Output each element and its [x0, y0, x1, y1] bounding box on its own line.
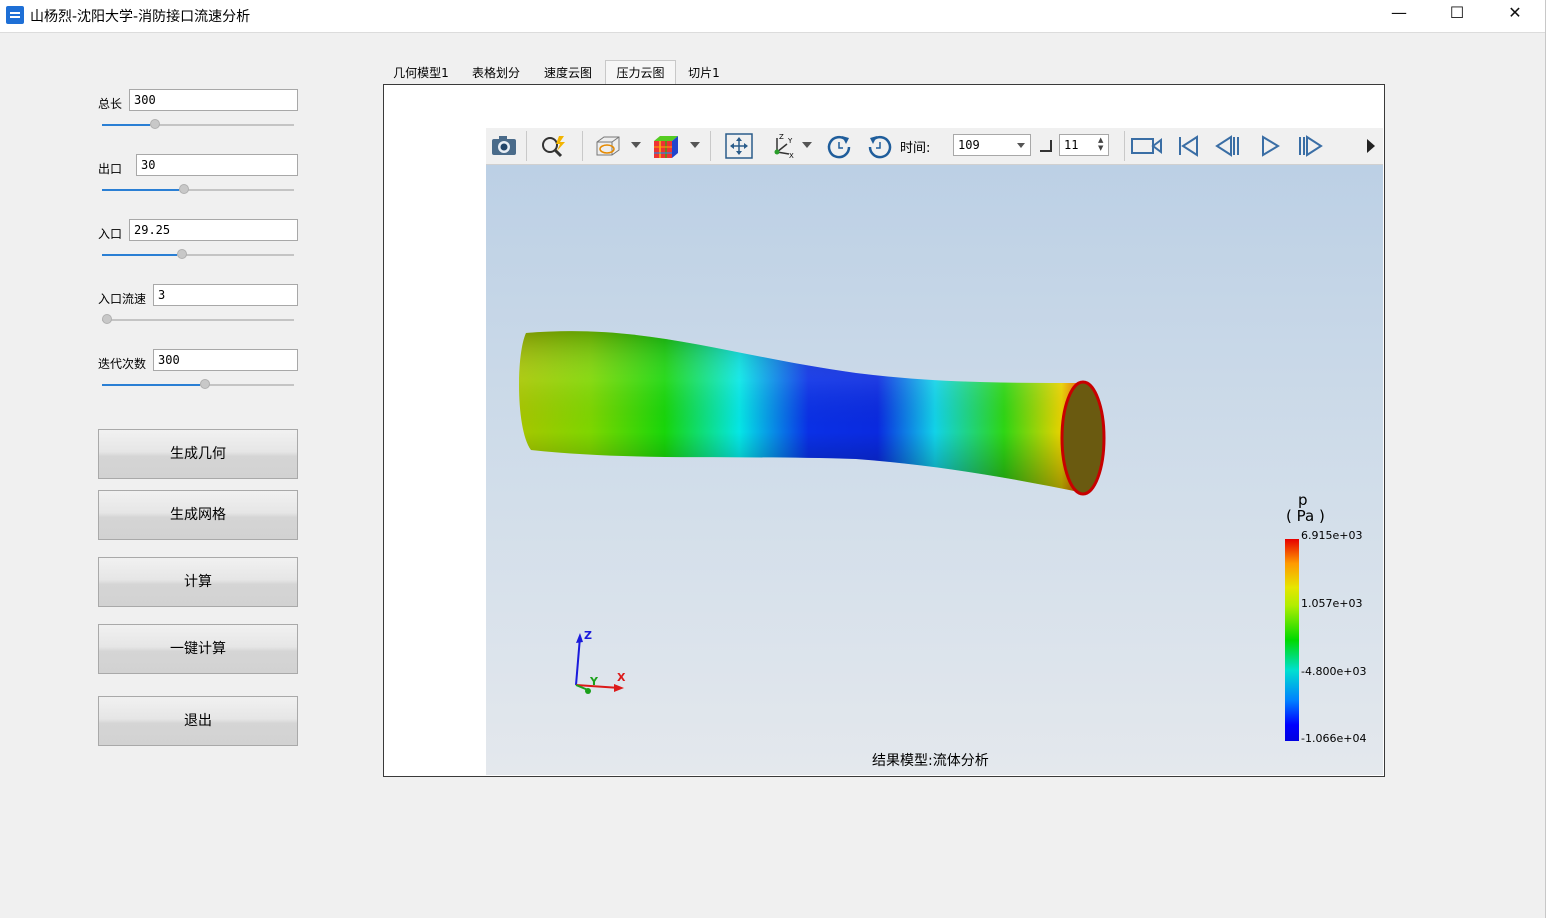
svg-text:Z: Z — [779, 133, 784, 141]
colorbar-mid-high-label: 1.057e+03 — [1301, 597, 1363, 610]
svg-text:X: X — [789, 152, 794, 160]
window-title: 山杨烈-沈阳大学-消防接口流速分析 — [30, 9, 251, 25]
zoom-icon[interactable] — [540, 132, 568, 160]
inlet-slider[interactable] — [102, 249, 294, 261]
colorbar-unit: ( Pa ) — [1286, 507, 1325, 525]
iterations-slider[interactable] — [102, 379, 294, 391]
generate-mesh-button[interactable]: 生成网格 — [98, 490, 298, 540]
inlet-velocity-slider[interactable] — [102, 314, 294, 326]
prev-frame-icon[interactable] — [1214, 132, 1242, 160]
rotate-cw-icon[interactable] — [825, 132, 853, 160]
length-input[interactable]: 300 — [129, 89, 298, 111]
colorbar — [1285, 539, 1299, 741]
camera-icon[interactable] — [490, 132, 518, 160]
first-frame-icon[interactable] — [1174, 132, 1202, 160]
axis-y-label: Y — [590, 675, 598, 688]
param-label-inlet: 入口 — [98, 227, 123, 241]
3d-viewport[interactable]: Z Y X p ( Pa ) 6.915e+03 1.057e+03 -4.80… — [486, 165, 1383, 775]
param-label-outlet: 出口 — [98, 162, 123, 176]
tab-pressure-contour[interactable]: 压力云图 — [605, 60, 676, 86]
display-mode-dropdown-icon[interactable] — [631, 142, 641, 148]
exit-button[interactable]: 退出 — [98, 696, 298, 746]
svg-text:Y: Y — [787, 137, 793, 145]
spin-arrows-icon[interactable]: ▲ ▼ — [1098, 136, 1103, 152]
length-slider[interactable] — [102, 119, 294, 131]
axis-z-label: Z — [584, 629, 592, 642]
generate-geometry-button[interactable]: 生成几何 — [98, 429, 298, 479]
param-label-length: 总长 — [98, 97, 123, 111]
record-icon[interactable] — [1131, 132, 1163, 160]
fit-view-icon[interactable] — [725, 132, 753, 160]
display-mode-icon[interactable] — [594, 132, 622, 160]
param-label-inlet-velocity: 入口流速 — [98, 292, 147, 306]
colorbar-max-label: 6.915e+03 — [1301, 529, 1363, 542]
compute-button[interactable]: 计算 — [98, 557, 298, 607]
colormap-dropdown-icon[interactable] — [690, 142, 700, 148]
inlet-velocity-input[interactable]: 3 — [153, 284, 298, 306]
window-edge — [1545, 0, 1550, 918]
app-icon — [6, 6, 24, 24]
axis-triad — [575, 633, 624, 694]
next-frame-icon[interactable] — [1296, 132, 1324, 160]
param-label-iterations: 迭代次数 — [98, 357, 147, 371]
tab-slice[interactable]: 切片1 — [682, 62, 726, 84]
axis-orient-dropdown-icon[interactable] — [802, 142, 812, 148]
time-combobox[interactable]: 109 — [953, 134, 1031, 156]
step-icon — [1040, 140, 1052, 152]
tab-mesh[interactable]: 表格划分 — [464, 62, 528, 84]
tab-velocity-contour[interactable]: 速度云图 — [536, 62, 600, 84]
tab-geometry-model[interactable]: 几何模型1 — [388, 62, 454, 84]
rotate-ccw-icon[interactable] — [866, 132, 894, 160]
inlet-input[interactable]: 29.25 — [129, 219, 298, 241]
maximize-button[interactable]: ☐ — [1428, 0, 1486, 28]
colormap-icon[interactable] — [652, 132, 680, 160]
viewer-toolbar: ZYX 时间: 109 11 ▲ ▼ — [486, 128, 1383, 165]
colorbar-mid-low-label: -4.800e+03 — [1301, 665, 1367, 678]
axis-x-label: X — [617, 671, 626, 684]
iterations-input[interactable]: 300 — [153, 349, 298, 371]
axis-orient-icon[interactable]: ZYX — [769, 132, 797, 160]
play-icon[interactable] — [1256, 132, 1284, 160]
more-icon[interactable] — [1364, 132, 1378, 160]
one-click-compute-button[interactable]: 一键计算 — [98, 624, 298, 674]
outlet-slider[interactable] — [102, 184, 294, 196]
colorbar-min-label: -1.066e+04 — [1301, 732, 1367, 745]
outlet-input[interactable]: 30 — [136, 154, 298, 176]
time-label: 时间: — [900, 141, 931, 156]
minimize-button[interactable]: — — [1370, 0, 1428, 28]
title-bar: 山杨烈-沈阳大学-消防接口流速分析 — ☐ ✕ — [0, 0, 1545, 33]
result-caption: 结果模型:流体分析 — [872, 753, 989, 769]
close-button[interactable]: ✕ — [1486, 0, 1544, 28]
